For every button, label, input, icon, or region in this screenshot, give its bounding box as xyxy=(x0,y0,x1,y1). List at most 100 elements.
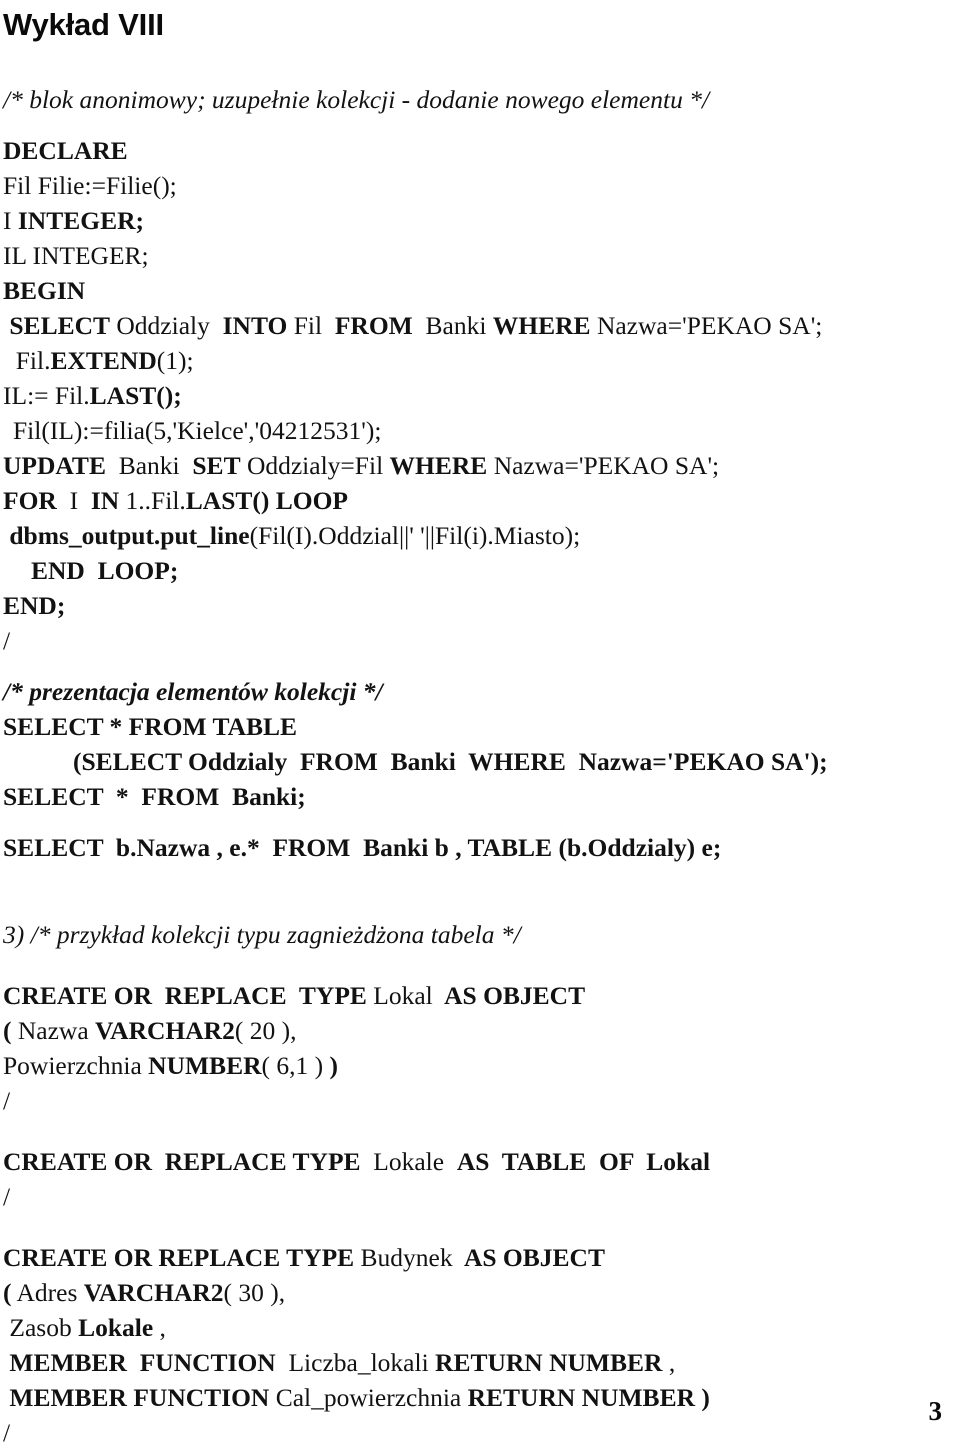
code-span-keyword: VARCHAR2 xyxy=(83,1278,224,1307)
code-span-keyword: ( xyxy=(3,1278,12,1307)
code-line-budynek-member-liczba: MEMBER FUNCTION Liczba_lokali RETURN NUM… xyxy=(3,1345,930,1380)
code-span: ( 20 ), xyxy=(234,1016,297,1045)
code-line-il-assign-last: IL:= Fil.LAST(); xyxy=(3,378,930,413)
code-span: Fil xyxy=(287,311,329,340)
code-span-keyword: LAST() LOOP xyxy=(185,486,349,515)
code-span: Oddzialy xyxy=(110,311,217,340)
code-span-keyword: INTEGER; xyxy=(17,206,144,235)
code-span: I xyxy=(3,206,18,235)
code-span-keyword: RETURN NUMBER ) xyxy=(467,1383,710,1412)
code-line-dbms-output: dbms_output.put_line(Fil(I).Oddzial||' '… xyxy=(3,518,930,553)
code-span-keyword: WHERE xyxy=(389,451,488,480)
code-span-keyword: IN xyxy=(90,486,120,515)
code-span: Nazwa xyxy=(11,1016,96,1045)
code-span: , xyxy=(662,1348,676,1377)
code-span-keyword: Lokale xyxy=(78,1313,154,1342)
code-span: Fil. xyxy=(3,346,51,375)
code-span-keyword: SELECT xyxy=(3,311,111,340)
code-span-keyword: CREATE OR REPLACE TYPE xyxy=(3,1243,355,1272)
code-span-keyword: UPDATE xyxy=(3,451,106,480)
document-page: Wykład VIII /* blok anonimowy; uzupełnie… xyxy=(0,6,960,1447)
page-title: Wykład VIII xyxy=(3,7,164,42)
code-line-slash-3: / xyxy=(3,1182,11,1211)
code-span: Zasob xyxy=(3,1313,79,1342)
code-span: ( 6,1 ) xyxy=(261,1051,330,1080)
code-line-comment-prezentacja: /* prezentacja elementów kolekcji */ xyxy=(3,677,383,706)
code-span-keyword: VARCHAR2 xyxy=(95,1016,235,1045)
code-line-select-into: SELECT Oddzialy INTO Fil FROM Banki WHER… xyxy=(3,308,930,343)
code-line-for-loop: FOR I IN 1..Fil.LAST() LOOP xyxy=(3,483,930,518)
code-line-select-bnazwa: SELECT b.Nazwa , e.* FROM Banki b , TABL… xyxy=(3,833,722,862)
code-line-decl-i: I INTEGER; xyxy=(3,203,930,238)
code-line-fil-assign-filia: Fil(IL):=filia(5,'Kielce','04212531'); xyxy=(13,416,382,445)
code-span: Banki xyxy=(105,451,193,480)
code-span-keyword: AS OBJECT xyxy=(458,1243,605,1272)
code-span: Nazwa='PEKAO SA'; xyxy=(590,311,823,340)
code-span: 1..Fil. xyxy=(119,486,186,515)
code-span-keyword: dbms_output.put_line xyxy=(3,521,250,550)
code-span: Cal_powierzchnia xyxy=(269,1383,468,1412)
code-span: (1); xyxy=(156,346,194,375)
code-span-keyword: LAST(); xyxy=(89,381,182,410)
code-span-keyword: AS TABLE OF Lokal xyxy=(456,1147,711,1176)
code-line-slash-2: / xyxy=(3,1086,11,1115)
code-span-keyword: INTO xyxy=(216,311,288,340)
code-span: Banki xyxy=(412,311,493,340)
code-line-update-banki: UPDATE Banki SET Oddzialy=Fil WHERE Nazw… xyxy=(3,448,930,483)
code-line-end: END; xyxy=(3,591,66,620)
code-line-comment-anon-block: /* blok anonimowy; uzupełnie kolekcji - … xyxy=(3,85,710,114)
code-span-keyword: ) xyxy=(329,1051,338,1080)
code-span-keyword: CREATE OR REPLACE TYPE xyxy=(3,981,367,1010)
code-line-create-type-lokal: CREATE OR REPLACE TYPE Lokal AS OBJECT xyxy=(3,978,930,1013)
code-span-keyword: AS OBJECT xyxy=(439,981,586,1010)
code-line-slash-1: / xyxy=(3,626,11,655)
code-span-keyword: SET xyxy=(192,451,241,480)
code-span-keyword: CREATE OR REPLACE TYPE xyxy=(3,1147,361,1176)
code-line-begin: BEGIN xyxy=(3,276,86,305)
code-line-comment-zagniezdzona: 3) /* przykład kolekcji typu zagnieżdżon… xyxy=(3,920,521,949)
code-span-keyword: MEMBER FUNCTION xyxy=(3,1383,270,1412)
code-span: Oddzialy=Fil xyxy=(240,451,390,480)
code-span-keyword: NUMBER xyxy=(148,1051,262,1080)
code-span: ( 30 ), xyxy=(223,1278,286,1307)
code-listing: /* blok anonimowy; uzupełnie kolekcji - … xyxy=(3,82,930,1450)
code-line-declare: DECLARE xyxy=(3,136,128,165)
code-line-budynek-member-cal: MEMBER FUNCTION Cal_powierzchnia RETURN … xyxy=(3,1380,930,1415)
code-span: Lokal xyxy=(366,981,440,1010)
code-line-end-loop: END LOOP; xyxy=(31,556,179,585)
code-span: I xyxy=(56,486,91,515)
spacer-after-title xyxy=(3,44,930,82)
code-span-keyword: FOR xyxy=(3,486,57,515)
code-line-budynek-zasob: Zasob Lokale , xyxy=(3,1310,930,1345)
code-line-create-type-lokale: CREATE OR REPLACE TYPE Lokale AS TABLE O… xyxy=(3,1144,930,1179)
code-span-keyword: RETURN NUMBER xyxy=(435,1348,663,1377)
code-line-lokal-powierzchnia: Powierzchnia NUMBER( 6,1 ) ) xyxy=(3,1048,930,1083)
code-span-keyword: MEMBER FUNCTION xyxy=(3,1348,276,1377)
code-span: Adres xyxy=(11,1278,84,1307)
code-line-lokal-nazwa: ( Nazwa VARCHAR2( 20 ), xyxy=(3,1013,930,1048)
code-line-select-from-banki: SELECT * FROM Banki; xyxy=(3,782,306,811)
code-line-subselect-oddzialy: (SELECT Oddzialy FROM Banki WHERE Nazwa=… xyxy=(73,747,828,776)
code-span: , xyxy=(153,1313,166,1342)
code-span-keyword: ( xyxy=(3,1016,12,1045)
code-line-slash-4: / xyxy=(3,1418,11,1447)
code-line-select-from-table: SELECT * FROM TABLE xyxy=(3,712,298,741)
code-span: (Fil(I).Oddzial||' '||Fil(i).Miasto); xyxy=(249,521,581,550)
page-number: 3 xyxy=(928,1396,943,1426)
code-span: Powierzchnia xyxy=(3,1051,149,1080)
code-line-decl-fil: Fil Filie:=Filie(); xyxy=(3,171,177,200)
code-line-fil-extend: Fil.EXTEND(1); xyxy=(3,343,930,378)
code-span-keyword: EXTEND xyxy=(50,346,157,375)
code-line-create-type-budynek: CREATE OR REPLACE TYPE Budynek AS OBJECT xyxy=(3,1240,930,1275)
code-line-decl-il: IL INTEGER; xyxy=(3,241,149,270)
code-span-keyword: WHERE xyxy=(492,311,591,340)
code-line-budynek-adres: ( Adres VARCHAR2( 30 ), xyxy=(3,1275,930,1310)
code-span: Nazwa='PEKAO SA'; xyxy=(487,451,720,480)
code-span: Budynek xyxy=(354,1243,459,1272)
